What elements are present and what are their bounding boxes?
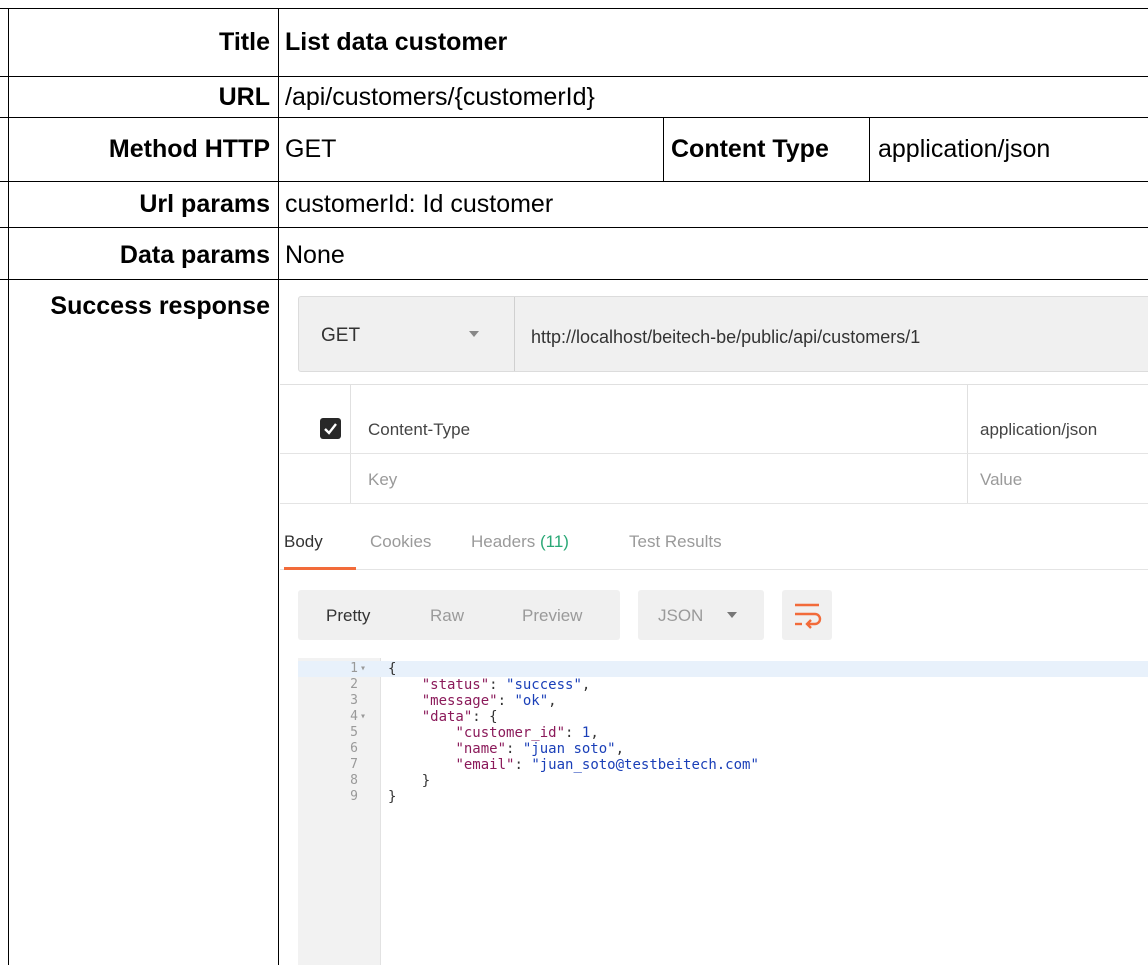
line-number: 2 [350,677,358,692]
success-response-label: Success response [50,292,270,320]
header-key[interactable]: Content-Type [368,420,470,440]
header-value[interactable]: application/json [980,420,1097,440]
data-params-label: Data params [119,241,270,269]
check-icon [324,423,337,435]
headers-count-badge: (11) [540,532,569,551]
line-number: 5 [350,725,358,740]
row-divider [0,181,1148,182]
wrap-lines-icon [795,603,822,629]
code-text: "status": "success", [421,677,591,693]
row-divider [0,227,1148,228]
column-divider [278,8,279,965]
code-text: "name": "juan soto", [455,741,625,757]
row-divider [0,117,1148,118]
url-value: /api/customers/{customerId} [285,83,595,111]
format-type-value: JSON [658,606,704,625]
tab-cookies[interactable]: Cookies [370,532,431,552]
line-number: 4 [350,709,358,724]
table-border-top [0,8,1148,9]
response-tabs: Body Cookies Headers (11) Test Results [280,526,1148,570]
pretty-button[interactable]: Pretty [326,606,370,626]
tab-body[interactable]: Body [284,532,323,552]
code-text: "message": "ok", [421,693,557,709]
code-text: } [388,773,431,789]
column-divider [869,117,870,181]
url-label: URL [218,83,270,111]
request-url-input[interactable]: http://localhost/beitech-be/public/api/c… [531,327,920,348]
code-line: 3 "message": "ok", [298,693,1148,709]
header-row-placeholder: Key Value [280,454,1148,504]
tab-test-results[interactable]: Test Results [629,532,722,552]
title-value: List data customer [285,28,508,56]
code-line: 1 ▾ { [298,661,1148,677]
preview-button[interactable]: Preview [522,606,582,626]
chevron-down-icon [469,331,479,337]
api-spec-table: Title List data customer URL /api/custom… [0,0,1148,965]
content-type-value: application/json [878,135,1051,163]
tab-headers-label: Headers [471,532,536,551]
format-type-select[interactable]: JSON [638,590,764,640]
headers-top-border [280,384,1148,385]
code-line: 5 "customer_id": 1, [298,725,1148,741]
tab-headers[interactable]: Headers (11) [471,532,569,552]
code-text: "data": { [421,709,498,725]
method-label: Method HTTP [108,135,270,163]
data-params-value: None [285,241,345,269]
line-number: 3 [350,693,358,708]
row-divider [0,76,1148,77]
method-select[interactable]: GET [299,297,515,371]
code-line: 2 "status": "success", [298,677,1148,693]
header-key-input[interactable]: Key [368,470,397,490]
fold-toggle-icon[interactable]: ▾ [360,663,366,674]
url-params-value: customerId: Id customer [285,190,554,218]
line-number: 6 [350,741,358,756]
code-line: 7 "email": "juan_soto@testbeitech.com" [298,757,1148,773]
url-params-label: Url params [139,190,270,218]
response-body-editor[interactable]: 1 ▾ { 2 "status": "success", 3 "message"… [298,658,1148,965]
header-enabled-checkbox[interactable] [320,418,341,439]
code-line: 4 ▾ "data": { [298,709,1148,725]
active-tab-indicator [284,567,356,570]
content-type-label: Content Type [671,135,829,163]
line-number: 1 [350,661,358,676]
code-text: "email": "juan_soto@testbeitech.com" [455,757,759,773]
code-line: 9 } [298,789,1148,805]
header-row: Content-Type application/json [280,404,1148,454]
chevron-down-icon [727,612,737,618]
method-value: GET [285,135,337,163]
line-number: 9 [350,789,358,804]
postman-screenshot: GET http://localhost/beitech-be/public/a… [280,280,1148,965]
header-value-input[interactable]: Value [980,470,1022,490]
code-line: 6 "name": "juan soto", [298,741,1148,757]
view-mode-segment: Pretty Raw Preview [298,590,620,640]
code-text: "customer_id": 1, [455,725,599,741]
method-select-value: GET [321,325,361,346]
column-divider [663,117,664,181]
fold-toggle-icon[interactable]: ▾ [360,711,366,722]
wrap-lines-button[interactable] [782,590,832,640]
raw-button[interactable]: Raw [430,606,464,626]
line-number: 7 [350,757,358,772]
code-text: } [388,789,397,805]
title-label: Title [219,28,270,56]
code-line: 8 } [298,773,1148,789]
code-text: { [388,661,397,677]
request-url-bar: GET http://localhost/beitech-be/public/a… [298,296,1148,372]
line-number: 8 [350,773,358,788]
